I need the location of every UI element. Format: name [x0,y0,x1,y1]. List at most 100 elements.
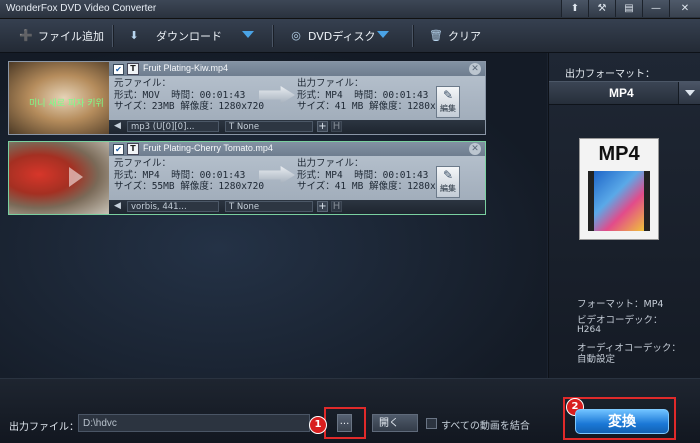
dropdown-arrow-icon[interactable] [678,82,700,104]
file-info: ✔ T Fruit Plating-Kiw.mp4 ✕ 元ファイル： 形式：MOV… [109,62,485,134]
dvd-dropdown-icon[interactable] [377,31,389,38]
play-icon[interactable] [69,167,83,187]
trash-icon: 🗑 [429,29,443,42]
file-name: Fruit Plating-Kiw.mp4 [143,63,229,73]
rename-icon[interactable]: T [127,143,139,155]
file-info: ✔ T Fruit Plating-Cherry Tomato.mp4 ✕ 元フ… [109,142,485,214]
source-format: 形式：MOV [114,89,160,101]
clear-button[interactable]: 🗑 クリア [428,19,481,52]
speaker-icon: ◀ [114,201,121,211]
subtitle-icon: T [229,202,237,212]
source-resolution: 解像度：1280x720 [180,181,265,192]
file-list: 미니 새로 피자 키위 ✔ T Fruit Plating-Kiw.mp4 ✕ … [0,53,547,378]
minimize-icon[interactable]: — [642,0,669,17]
add-file-label: ファイル追加 [38,29,104,43]
track-bar: ◀ vorbis, 441... T None + H [109,200,485,214]
download-dropdown-icon[interactable] [242,31,254,38]
convert-arrow-icon [259,166,295,184]
edit-icon: ✎ [442,88,454,102]
source-size: サイズ：55MB [114,181,175,192]
add-subtitle-button[interactable]: + [317,201,328,212]
output-label: 出力ファイル： [297,158,364,169]
output-format-dropdown[interactable]: MP4 [549,81,700,105]
rename-icon[interactable]: T [127,63,139,75]
chat-icon[interactable]: ▤ [615,0,642,17]
browse-button[interactable]: ... [337,414,352,432]
source-duration: 時間：00:01:43 [171,89,246,101]
hardcode-subtitle-button[interactable]: H [331,121,342,132]
output-format: 形式：MP4 [297,89,343,101]
video-thumbnail[interactable] [9,142,109,214]
video-codec-value: H264 [577,325,601,335]
source-duration: 時間：00:01:43 [171,169,246,181]
list-item[interactable]: ✔ T Fruit Plating-Cherry Tomato.mp4 ✕ 元フ… [8,141,486,215]
toolbar-divider [412,25,414,47]
thumbnail-caption: 미니 새로 피자 키위 [29,99,104,109]
dvd-disc-label: DVDディスク [308,29,376,43]
toolbar-divider [272,25,274,47]
format-info: フォーマット：MP4 [577,299,664,310]
output-folder-label: 出力ファイル： [9,422,79,433]
output-info: 出力ファイル： 形式：MP4 時間：00:01:43 サイズ：41 MB 解像度：1… [297,78,453,113]
merge-checkbox[interactable] [426,418,437,429]
output-format-value: MP4 [609,86,634,100]
edit-label: 編集 [440,184,456,193]
add-file-icon: ➕ [19,29,33,42]
window-controls: ⬆ ⚒ ▤ — ✕ [561,0,700,17]
edit-button[interactable]: ✎ 編集 [436,86,460,118]
audio-track-select[interactable]: vorbis, 441... [127,201,219,212]
dvd-icon: ◎ [291,29,301,42]
subtitle-select[interactable]: T None [225,121,313,132]
step-badge-1: 1 [309,416,327,434]
output-format-panel: 出力フォーマット： MP4 MP4 フォーマット：MP4 ビデオコーデック： H… [548,53,700,378]
select-checkbox[interactable]: ✔ [113,144,124,155]
remove-icon[interactable]: ✕ [469,63,481,75]
select-checkbox[interactable]: ✔ [113,64,124,75]
add-file-button[interactable]: ➕ ファイル追加 [18,19,104,52]
output-folder-input[interactable]: D:\hdvc [78,414,310,432]
source-size: サイズ：23MB [114,101,175,112]
source-format: 形式：MP4 [114,169,160,181]
remove-icon[interactable]: ✕ [469,143,481,155]
mp4-format-icon[interactable]: MP4 [579,138,659,240]
toolbar-divider [112,25,114,47]
output-info: 出力ファイル： 形式：MP4 時間：00:01:43 サイズ：41 MB 解像度：1… [297,158,453,193]
toolbar: ➕ ファイル追加 ⬇ ダウンロード ◎ DVDディスク 🗑 クリア [0,19,700,53]
film-strip-icon [588,171,650,231]
open-folder-button[interactable]: 開く [372,414,418,432]
audio-track-select[interactable]: mp3 (U[0][0]... [127,121,219,132]
track-bar: ◀ mp3 (U[0][0]... T None + H [109,120,485,134]
audio-codec-label: オーディオコーデック： [577,343,681,354]
wrench-icon[interactable]: ⚒ [588,0,615,17]
subtitle-value: None [236,202,260,212]
download-label: ダウンロード [156,29,222,43]
subtitle-select[interactable]: T None [225,201,313,212]
file-name: Fruit Plating-Cherry Tomato.mp4 [143,143,273,153]
dvd-disc-button[interactable]: ◎ DVDディスク [288,19,376,52]
close-icon[interactable]: ✕ [669,0,700,17]
output-size: サイズ：41 MB [297,101,364,112]
download-button[interactable]: ⬇ ダウンロード [126,19,222,52]
convert-button[interactable]: 変換 [575,409,669,434]
add-subtitle-button[interactable]: + [317,121,328,132]
file-header: ✔ T Fruit Plating-Kiw.mp4 ✕ [109,62,485,76]
window-title: WonderFox DVD Video Converter [6,3,157,14]
output-duration: 時間：00:01:43 [354,169,429,181]
edit-icon: ✎ [442,168,454,182]
file-header: ✔ T Fruit Plating-Cherry Tomato.mp4 ✕ [109,142,485,156]
download-icon: ⬇ [129,29,139,42]
edit-button[interactable]: ✎ 編集 [436,166,460,198]
up-arrow-icon[interactable]: ⬆ [561,0,588,17]
output-size: サイズ：41 MB [297,181,364,192]
list-item[interactable]: 미니 새로 피자 키위 ✔ T Fruit Plating-Kiw.mp4 ✕ … [8,61,486,135]
mp4-icon-text: MP4 [598,143,640,165]
edit-label: 編集 [440,104,456,113]
hardcode-subtitle-button[interactable]: H [331,201,342,212]
source-resolution: 解像度：1280x720 [180,101,265,112]
source-info: 元ファイル： 形式：MOV 時間：00:01:43 サイズ：23MB 解像度：128… [114,78,264,113]
source-info: 元ファイル： 形式：MP4 時間：00:01:43 サイズ：55MB 解像度：128… [114,158,264,193]
source-label: 元ファイル： [114,78,172,89]
merge-label: すべての動画を結合 [441,421,530,432]
subtitle-icon: T [229,122,237,132]
video-thumbnail[interactable]: 미니 새로 피자 키위 [9,62,109,134]
